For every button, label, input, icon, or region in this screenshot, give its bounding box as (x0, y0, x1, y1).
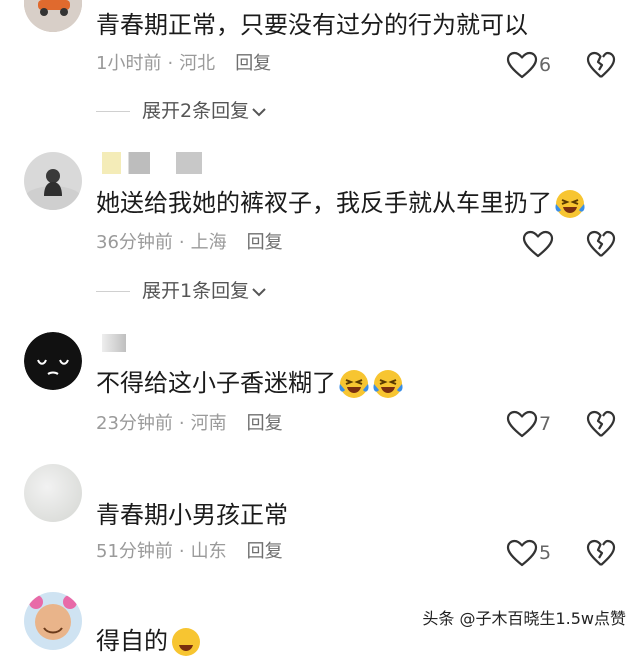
comment-text-content: 不得给这小子香迷糊了 (96, 369, 336, 397)
like-count: 7 (539, 413, 552, 435)
heart-outline-icon[interactable] (506, 51, 538, 79)
reply-button[interactable]: 回复 (247, 413, 283, 434)
comment-time: 1小时前 (96, 53, 162, 74)
broken-heart-icon[interactable] (586, 230, 616, 258)
expand-replies-label: 展开1条回复 (142, 280, 250, 302)
comment-meta: 51分钟前 · 山东 回复 (96, 541, 283, 562)
avatar[interactable] (24, 0, 82, 32)
comment-location: 河南 (190, 413, 227, 434)
comment-text: 青春期正常，只要没有过分的行为就可以 (96, 11, 528, 39)
avatar[interactable] (24, 464, 82, 522)
expand-replies-label: 展开2条回复 (142, 100, 250, 122)
avatar[interactable] (24, 332, 82, 390)
comment-location: 上海 (190, 232, 227, 253)
comment-location: 山东 (190, 541, 227, 562)
like-count: 6 (539, 54, 552, 76)
comment-meta: 1小时前 · 河北 回复 (96, 53, 272, 74)
reply-button[interactable]: 回复 (247, 232, 283, 253)
comment-meta: 36分钟前 · 上海 回复 (96, 232, 283, 253)
laughing-tears-emoji (172, 628, 200, 656)
reply-button[interactable]: 回复 (247, 541, 283, 562)
broken-heart-icon[interactable] (586, 51, 616, 79)
comment-text: 她送给我她的裤衩子，我反手就从车里扔了 (96, 188, 586, 220)
chevron-down-icon (252, 107, 266, 116)
heart-outline-icon[interactable] (522, 230, 554, 258)
expand-replies-button[interactable]: 展开1条回复 (96, 278, 267, 304)
reply-button[interactable]: 回复 (235, 53, 271, 74)
comment-text: 得自的 (96, 626, 202, 658)
comment-text: 青春期小男孩正常 (96, 501, 288, 529)
laughing-tears-emoji (373, 370, 403, 398)
comment-time: 36分钟前 (96, 232, 173, 253)
heart-outline-icon[interactable] (506, 539, 538, 567)
broken-heart-icon[interactable] (586, 539, 616, 567)
comment-time: 51分钟前 (96, 541, 173, 562)
avatar[interactable] (24, 152, 82, 210)
chevron-down-icon (252, 287, 266, 296)
broken-heart-icon[interactable] (586, 410, 616, 438)
laughing-tears-emoji (555, 190, 585, 218)
heart-outline-icon[interactable] (506, 410, 538, 438)
comment-text: 不得给这小子香迷糊了 (96, 368, 404, 400)
comment-time: 23分钟前 (96, 413, 173, 434)
comment-text-content: 她送给我她的裤衩子，我反手就从车里扔了 (96, 189, 552, 217)
comment-meta: 23分钟前 · 河南 回复 (96, 413, 283, 434)
comment-text-content: 得自的 (96, 627, 168, 655)
laughing-tears-emoji (339, 370, 369, 398)
comment-location: 河北 (179, 53, 216, 74)
expand-replies-button[interactable]: 展开2条回复 (96, 98, 267, 124)
like-count: 5 (539, 542, 552, 564)
watermark: 头条 @子木百晓生1.5w点赞 (422, 609, 626, 628)
username-blurred[interactable] (102, 152, 150, 174)
username-blurred[interactable] (102, 334, 126, 352)
avatar[interactable] (24, 592, 82, 650)
username-blurred (176, 152, 202, 174)
